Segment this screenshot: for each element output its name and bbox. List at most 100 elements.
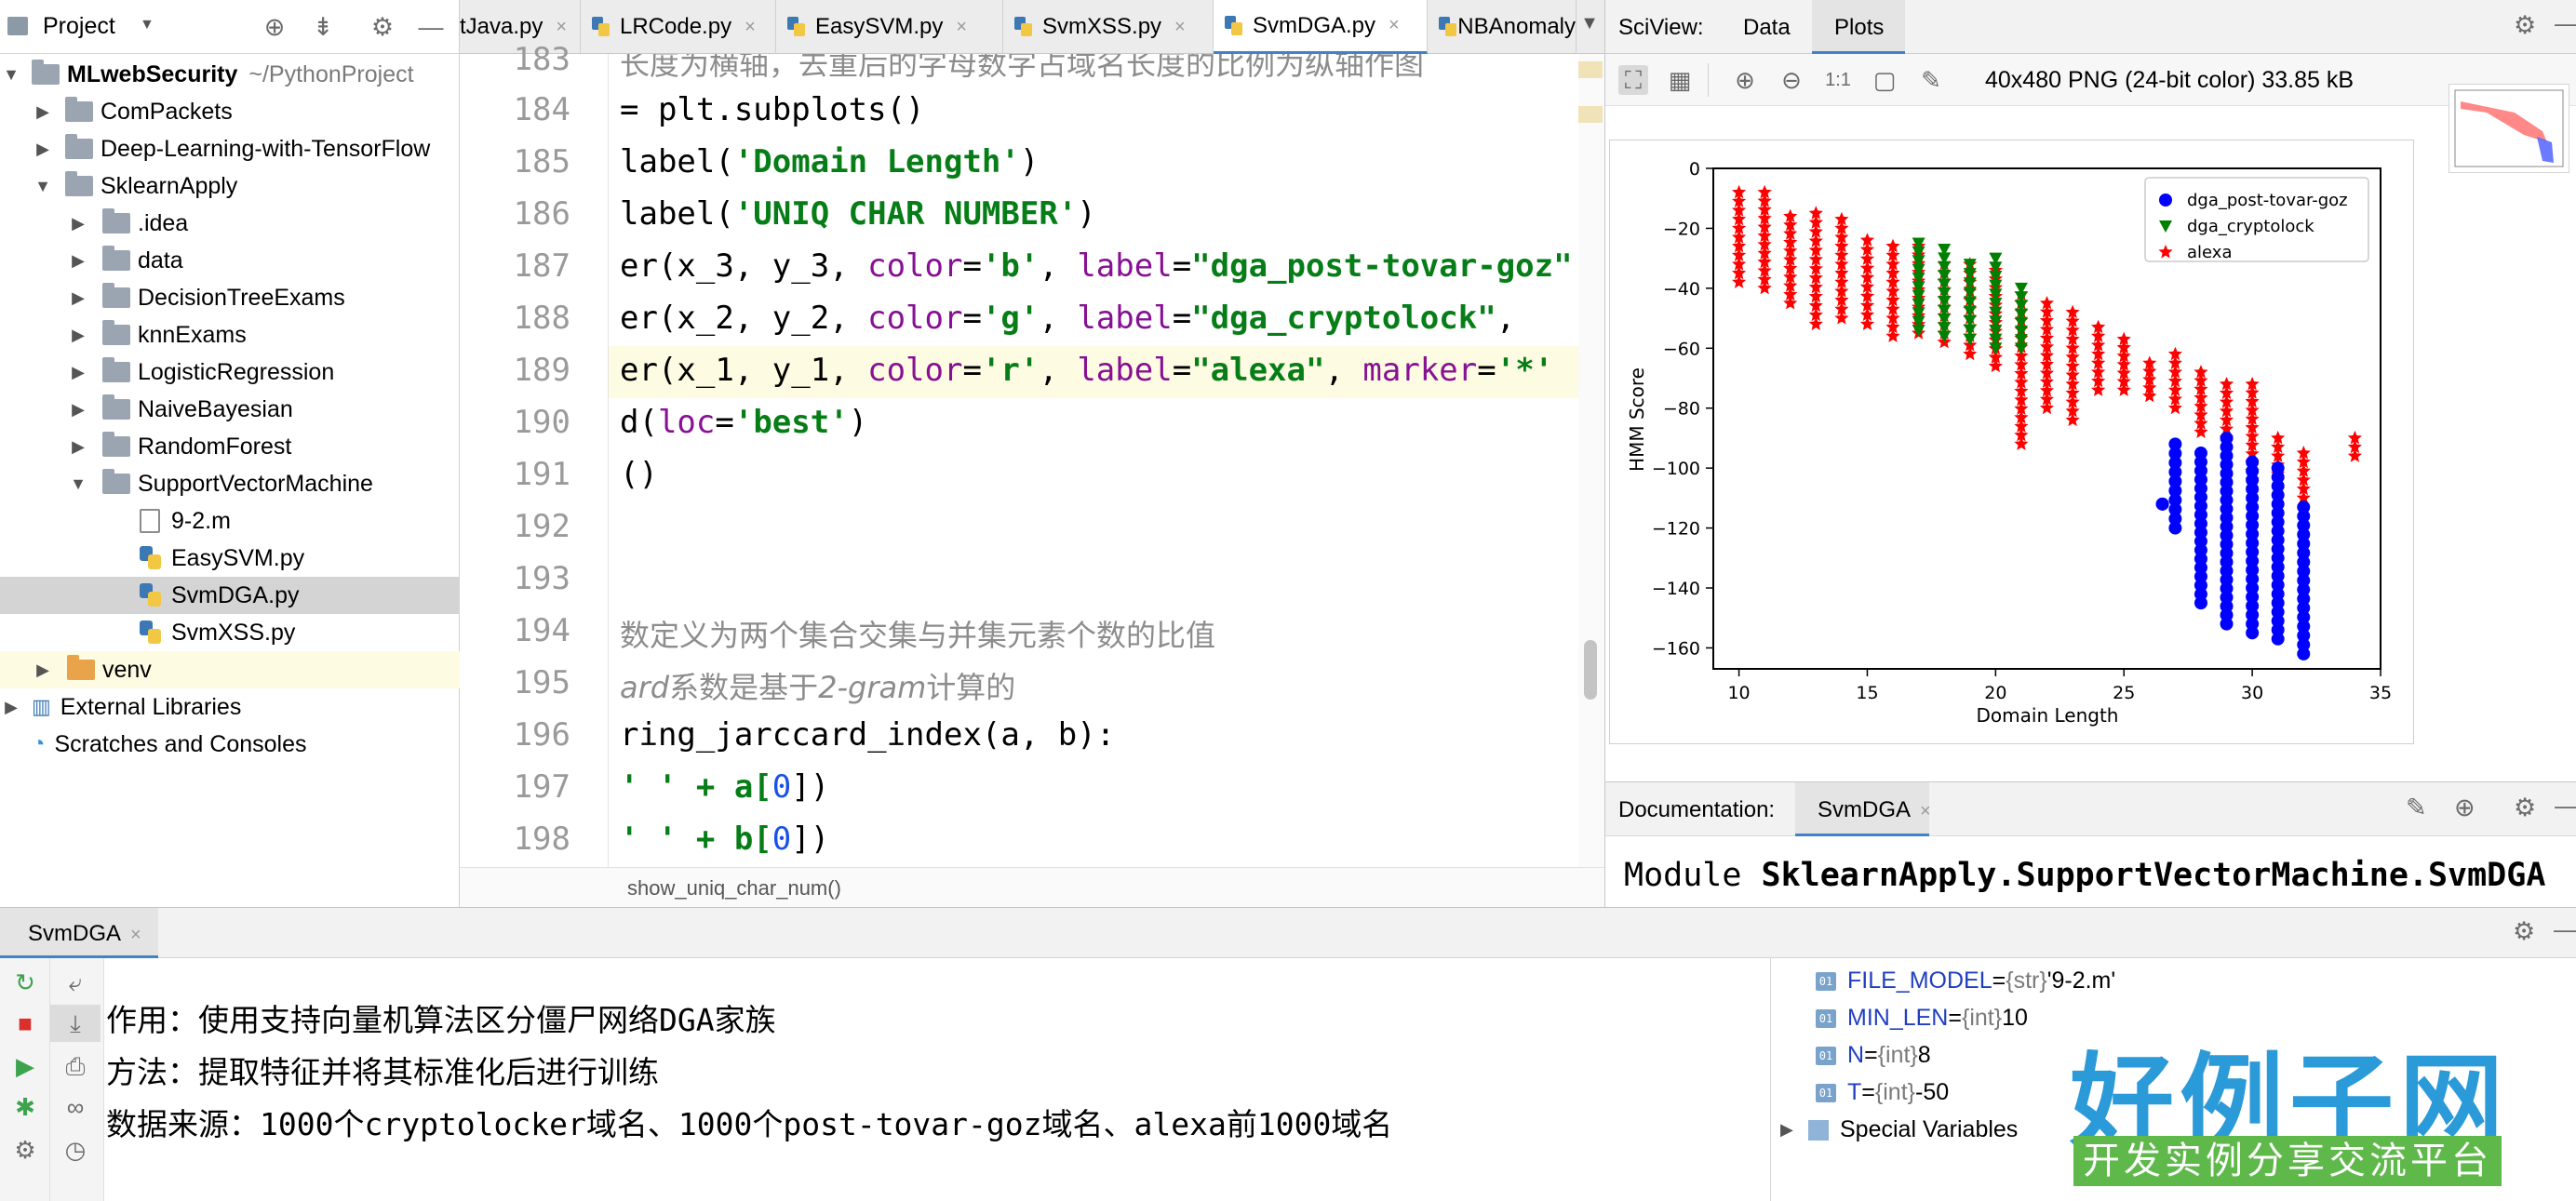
tab-run-svmdga[interactable]: SvmDGA × [0,908,158,958]
code-editor[interactable]: 长度为横轴，去重后的字母数字占域名长度的比例为纵轴作图 = plt.subplo… [609,54,1604,867]
tab-svmxss[interactable]: SvmXSS.py × [1003,0,1214,54]
variable-row[interactable]: 01 T = {int} -50 [1816,1079,1949,1106]
gear-icon[interactable]: ⚙ [2514,11,2536,40]
debug-icon[interactable]: ✱ [0,1088,50,1126]
tree-item-logistic[interactable]: ▶ LogisticRegression [0,354,460,391]
rerun-icon[interactable]: ↻ [0,964,50,1001]
tree-file-easysvm[interactable]: EasySVM.py [0,540,460,577]
variable-row[interactable]: 01 N = {int} 8 [1816,1042,1931,1069]
plot-thumbnail[interactable] [2449,84,2569,173]
zoom-out-icon[interactable]: ⊖ [1777,65,1806,95]
tree-item-sklearnapply[interactable]: ▼ SklearnApply [0,167,460,205]
minimize-icon[interactable]: — [2554,915,2576,944]
fit-icon[interactable]: ⛶ [1618,65,1648,95]
collapse-icon[interactable]: ⇟ [307,11,339,43]
close-icon[interactable]: × [130,925,141,945]
variable-row[interactable]: 01 MIN_LEN = {int} 10 [1816,1005,2028,1032]
tree-root[interactable]: ▼ MLwebSecurity ~/PythonProject [0,56,460,93]
collapsed-arrow-icon[interactable]: ▶ [32,140,54,159]
tree-file-svmdga[interactable]: SvmDGA.py [0,577,460,614]
expanded-arrow-icon[interactable]: ▼ [67,474,89,494]
gear-icon[interactable]: ⚙ [2513,917,2535,946]
collapsed-arrow-icon[interactable]: ▶ [67,251,89,271]
expanded-arrow-icon[interactable]: ▼ [0,65,22,85]
collapsed-arrow-icon[interactable]: ▶ [67,363,89,382]
collapsed-arrow-icon[interactable]: ▶ [0,698,22,717]
collapsed-arrow-icon[interactable]: ▶ [67,400,89,420]
tab-svmdga-doc[interactable]: SvmDGA × [1795,782,1931,836]
tree-file-model[interactable]: 9-2.m [0,502,460,540]
tree-scratches[interactable]: ◔ Scratches and Consoles [0,726,460,763]
scroll-marker[interactable] [1578,61,1603,78]
tab-nbanomaly[interactable]: NBAnomaly [1428,0,1576,54]
tab-svmdga[interactable]: SvmDGA.py × [1214,0,1428,54]
settings-icon[interactable]: ⚙ [0,1131,50,1168]
close-icon[interactable]: × [1174,17,1186,38]
print-icon[interactable]: ⎙ [50,1048,101,1085]
close-icon[interactable]: × [1389,15,1400,36]
collapsed-arrow-icon[interactable]: ▶ [67,437,89,457]
minimize-icon[interactable]: — [2555,792,2576,821]
tree-file-svmxss[interactable]: SvmXSS.py [0,614,460,651]
close-icon[interactable]: × [745,17,756,38]
history-icon[interactable]: ◷ [50,1131,101,1168]
tree-item-venv[interactable]: ▶ venv [0,651,460,688]
breadcrumb[interactable]: show_uniq_char_num() [460,867,1604,907]
close-icon[interactable]: × [956,17,967,38]
close-icon[interactable]: × [556,17,567,38]
minimize-icon[interactable]: — [415,11,447,43]
tab-easysvm[interactable]: EasySVM.py × [776,0,1003,54]
code-token: = [1172,247,1192,285]
plot-image[interactable]: 10 15 20 25 30 35 0 −20 −40 −60 −80 −100 −120 −140 −1… [1609,140,2414,744]
expanded-arrow-icon[interactable]: ▼ [32,177,54,196]
tree-item-deep-learning[interactable]: ▶ Deep-Learning-with-TensorFlow [0,130,460,167]
minimize-icon[interactable]: — [2555,9,2576,38]
fit-window-icon[interactable]: ▢ [1870,65,1899,95]
edit-icon[interactable]: ✎ [2406,794,2427,822]
special-variables-row[interactable]: ▶ Special Variables [1780,1116,2018,1143]
collapsed-arrow-icon[interactable]: ▶ [67,214,89,234]
soft-wrap-icon[interactable]: ⤶ [50,964,101,1001]
close-icon[interactable]: × [1920,801,1931,821]
color-picker-icon[interactable]: ✎ [1916,65,1946,95]
scroll-to-end-icon[interactable]: ⤓ [50,1005,101,1042]
tree-item-decisiontree[interactable]: ▶ DecisionTreeExams [0,279,460,316]
tab-plots[interactable]: Plots [1812,0,1905,54]
show-variables-icon[interactable]: ∞ [50,1088,101,1126]
globe-icon[interactable]: ⊕ [2454,794,2475,822]
actual-size-icon[interactable]: 1:1 [1823,65,1853,95]
collapsed-arrow-icon[interactable]: ▶ [1780,1120,1808,1140]
variable-row[interactable]: 01 FILE_MODEL = {str} '9-2.m' [1816,967,2115,994]
collapsed-arrow-icon[interactable]: ▶ [32,661,54,680]
collapsed-arrow-icon[interactable]: ▶ [67,326,89,345]
zoom-in-icon[interactable]: ⊕ [1730,65,1760,95]
tab-overflow-icon[interactable]: ▼ [1575,13,1604,41]
scroll-marker[interactable] [1578,106,1603,123]
gear-icon[interactable]: ⚙ [2514,794,2536,822]
scrollbar-thumb[interactable] [1584,640,1597,700]
tab-data[interactable]: Data [1743,15,1791,41]
tree-label: .idea [138,209,189,236]
grid-icon[interactable]: ▦ [1665,65,1695,95]
tree-external-libraries[interactable]: ▶ ▥ External Libraries [0,688,460,726]
code-number: 0 [771,821,792,858]
project-title[interactable]: Project [43,13,115,40]
tree-item-data[interactable]: ▶ data [0,242,460,279]
tree-item-randomforest[interactable]: ▶ RandomForest [0,428,460,465]
collapsed-arrow-icon[interactable]: ▶ [32,102,54,122]
tree-item-naivebayes[interactable]: ▶ NaiveBayesian [0,391,460,428]
chevron-down-icon[interactable]: ▼ [140,17,154,33]
resume-icon[interactable]: ▶ [0,1048,50,1085]
editor-scrollbar[interactable] [1578,54,1604,867]
console-output[interactable]: 作用：使用支持向量机算法区分僵尸网络DGA家族 方法：提取特征并将其标准化后进行… [104,958,1770,1201]
gear-icon[interactable]: ⚙ [367,11,398,43]
collapsed-arrow-icon[interactable]: ▶ [67,288,89,308]
project-view-icon[interactable] [0,0,34,54]
tab-lrcode[interactable]: LRCode.py × [581,0,776,54]
crosshair-icon[interactable]: ⊕ [259,11,290,43]
tree-item-knn[interactable]: ▶ knnExams [0,316,460,354]
tree-item-svm[interactable]: ▼ SupportVectorMachine [0,465,460,502]
tree-item-compackets[interactable]: ▶ ComPackets [0,93,460,130]
stop-icon[interactable]: ■ [0,1005,50,1042]
tree-item-idea[interactable]: ▶ .idea [0,205,460,242]
